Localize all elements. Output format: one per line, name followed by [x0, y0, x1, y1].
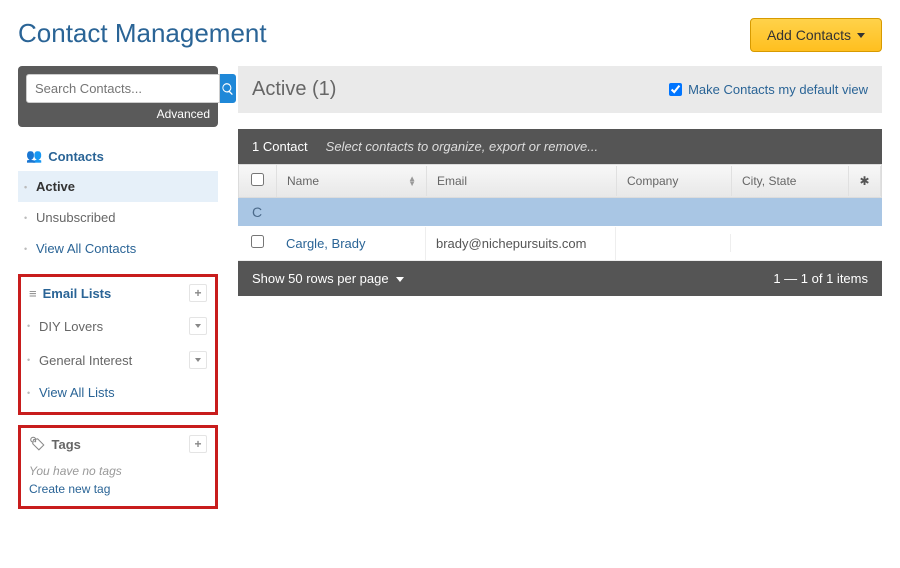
column-email[interactable]: Email	[427, 166, 617, 196]
contact-count: 1 Contact	[252, 139, 308, 154]
sidebar-item-view-all-lists[interactable]: View All Lists	[21, 377, 215, 408]
tags-empty-text: You have no tags	[21, 460, 215, 480]
column-name[interactable]: Name ▲▼	[277, 166, 427, 196]
list-icon: ≡	[29, 286, 37, 301]
tags-header[interactable]: 🏷 Tags	[29, 436, 81, 452]
contact-name-link[interactable]: Cargle, Brady	[276, 227, 426, 260]
panel-header: Active (1) Make Contacts my default view	[238, 66, 882, 113]
email-lists-box: ≡ Email Lists + DIY Lovers General Inter…	[18, 274, 218, 415]
list-dropdown-general[interactable]	[189, 351, 207, 369]
toolbar-hint: Select contacts to organize, export or r…	[326, 139, 598, 154]
create-new-tag-link[interactable]: Create new tag	[21, 480, 215, 502]
rows-per-page-selector[interactable]: Show 50 rows per page	[252, 271, 404, 286]
contacts-icon: 👥	[26, 148, 42, 164]
row-checkbox[interactable]	[251, 235, 264, 248]
column-company[interactable]: Company	[617, 166, 732, 196]
contact-city	[731, 234, 882, 252]
search-button[interactable]	[220, 74, 236, 103]
panel-title: Active (1)	[252, 78, 336, 101]
column-city[interactable]: City, State	[732, 166, 849, 196]
column-settings[interactable]: ✱	[849, 166, 881, 196]
contact-email: brady@nichepursuits.com	[426, 227, 616, 260]
caret-down-icon	[396, 277, 404, 282]
page-title: Contact Management	[18, 18, 267, 49]
sidebar-item-active[interactable]: Active	[18, 171, 218, 202]
sidebar-item-general-interest[interactable]: General Interest	[21, 343, 215, 377]
sidebar-item-unsubscribed[interactable]: Unsubscribed	[18, 202, 218, 233]
advanced-search-link[interactable]: Advanced	[26, 107, 210, 121]
caret-down-icon	[857, 33, 865, 38]
contact-company	[616, 234, 731, 252]
tags-box: 🏷 Tags + You have no tags Create new tag	[18, 425, 218, 509]
add-contacts-label: Add Contacts	[767, 27, 851, 43]
add-tag-button[interactable]: +	[189, 435, 207, 453]
table-row: Cargle, Brady brady@nichepursuits.com	[238, 226, 882, 261]
gear-icon: ✱	[859, 174, 869, 188]
tag-icon: 🏷	[29, 436, 46, 452]
pagination-info: 1 — 1 of 1 items	[773, 271, 868, 286]
email-lists-header[interactable]: ≡ Email Lists	[29, 286, 111, 301]
caret-down-icon	[195, 324, 201, 328]
select-all-checkbox[interactable]	[251, 173, 264, 186]
table-header: Name ▲▼ Email Company City, State ✱	[238, 164, 882, 198]
contacts-header[interactable]: 👥 Contacts	[26, 148, 104, 164]
default-view-link[interactable]: Make Contacts my default view	[669, 82, 868, 97]
group-letter: C	[238, 198, 882, 226]
email-lists-label: Email Lists	[43, 286, 112, 301]
search-icon	[221, 82, 235, 96]
table-footer: Show 50 rows per page 1 — 1 of 1 items	[238, 261, 882, 296]
tags-label: Tags	[52, 437, 81, 452]
search-input[interactable]	[26, 74, 220, 103]
contacts-label: Contacts	[48, 149, 104, 164]
search-box: Advanced	[18, 66, 218, 127]
sidebar-item-diy-lovers[interactable]: DIY Lovers	[21, 309, 215, 343]
contacts-section: 👥 Contacts Active Unsubscribed View All …	[18, 141, 218, 264]
add-list-button[interactable]: +	[189, 284, 207, 302]
sidebar-item-view-all-contacts[interactable]: View All Contacts	[18, 233, 218, 264]
list-dropdown-diy[interactable]	[189, 317, 207, 335]
toolbar: 1 Contact Select contacts to organize, e…	[238, 129, 882, 164]
sort-icon: ▲▼	[408, 176, 416, 186]
caret-down-icon	[195, 358, 201, 362]
default-view-checkbox[interactable]	[669, 83, 682, 96]
add-contacts-button[interactable]: Add Contacts	[750, 18, 882, 52]
